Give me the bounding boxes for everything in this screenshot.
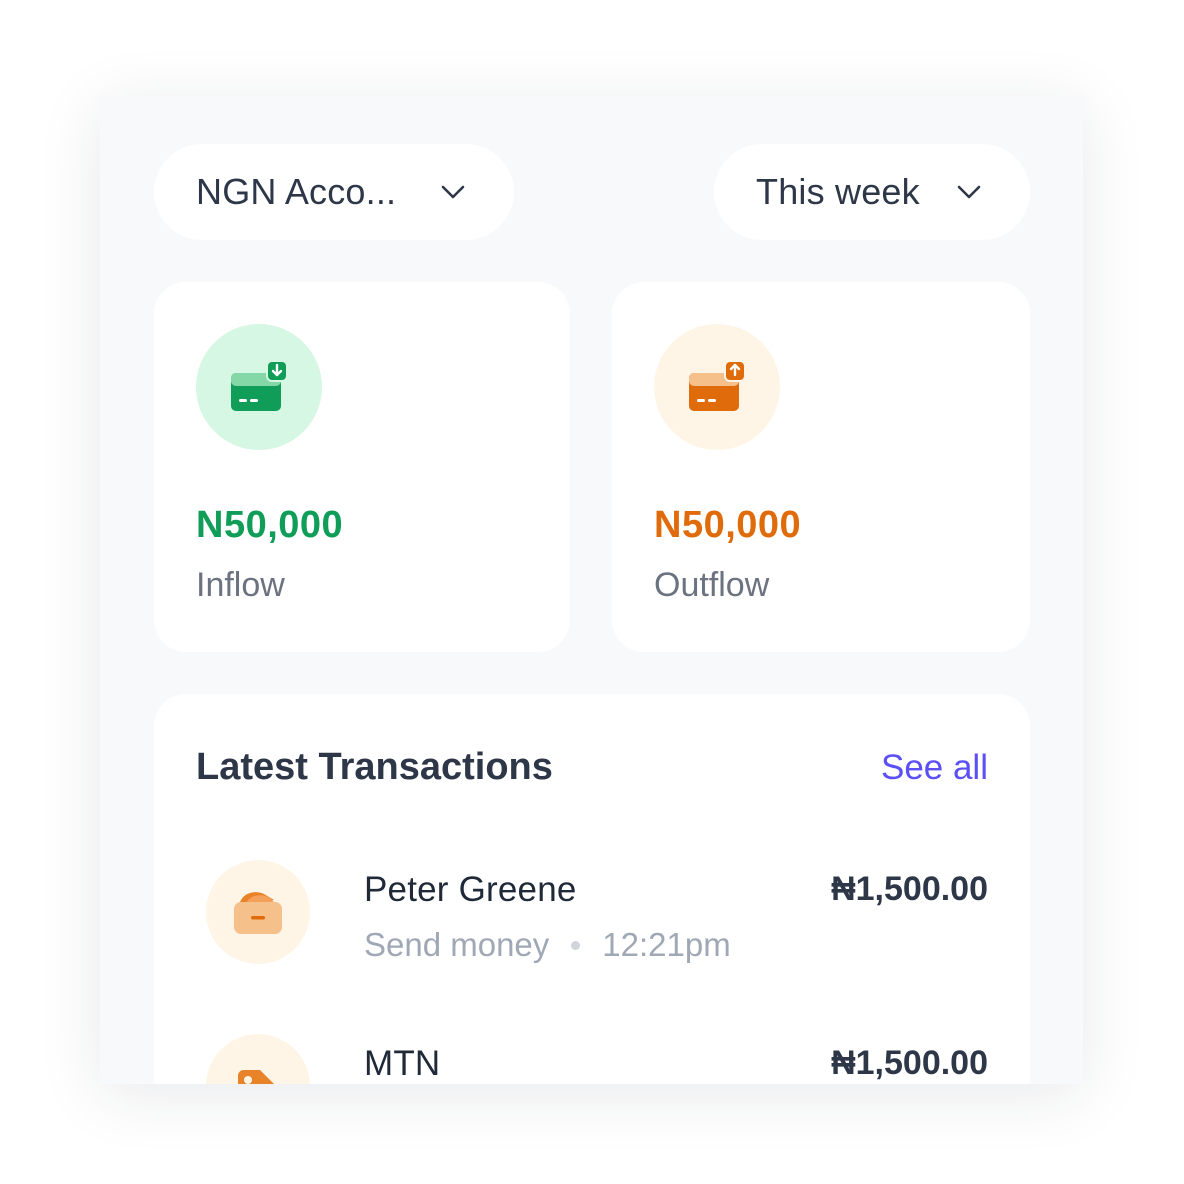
transaction-type: Send money [364, 926, 550, 963]
transaction-name: Peter Greene [364, 870, 577, 909]
separator-dot [571, 940, 581, 950]
outflow-amount: N50,000 [654, 504, 802, 546]
latest-transactions-card: Latest Transactions See all Peter Greene… [154, 694, 1030, 1084]
transaction-row[interactable]: Peter Greene Send money 12:21pm ₦1,500.0… [154, 860, 1030, 990]
inflow-amount: N50,000 [196, 504, 344, 546]
wallet-icon [206, 860, 310, 964]
chevron-down-icon [957, 185, 981, 199]
inflow-card[interactable]: N50,000 Inflow [154, 282, 570, 652]
app-frame: NGN Acco... This week N50,000 Inflow N50… [100, 96, 1083, 1084]
chevron-down-icon [441, 185, 465, 199]
outflow-card[interactable]: N50,000 Outflow [612, 282, 1030, 652]
account-selector-label: NGN Acco... [196, 171, 397, 212]
period-selector[interactable]: This week [714, 144, 1030, 240]
see-all-link[interactable]: See all [881, 748, 988, 788]
card-inflow-icon [196, 324, 322, 450]
transaction-amount: ₦1,500.00 [831, 1044, 988, 1082]
transaction-name: MTN [364, 1044, 441, 1083]
transaction-meta: Send money 12:21pm [364, 926, 731, 964]
transaction-amount: ₦1,500.00 [831, 870, 988, 908]
period-selector-label: This week [756, 171, 920, 212]
transaction-row[interactable]: MTN ₦1,500.00 [154, 1034, 1030, 1084]
card-outflow-icon [654, 324, 780, 450]
transactions-title: Latest Transactions [196, 746, 553, 788]
tag-icon [206, 1034, 310, 1084]
account-selector[interactable]: NGN Acco... [154, 144, 514, 240]
outflow-label: Outflow [654, 566, 770, 604]
inflow-label: Inflow [196, 566, 285, 604]
transaction-time: 12:21pm [602, 926, 731, 963]
